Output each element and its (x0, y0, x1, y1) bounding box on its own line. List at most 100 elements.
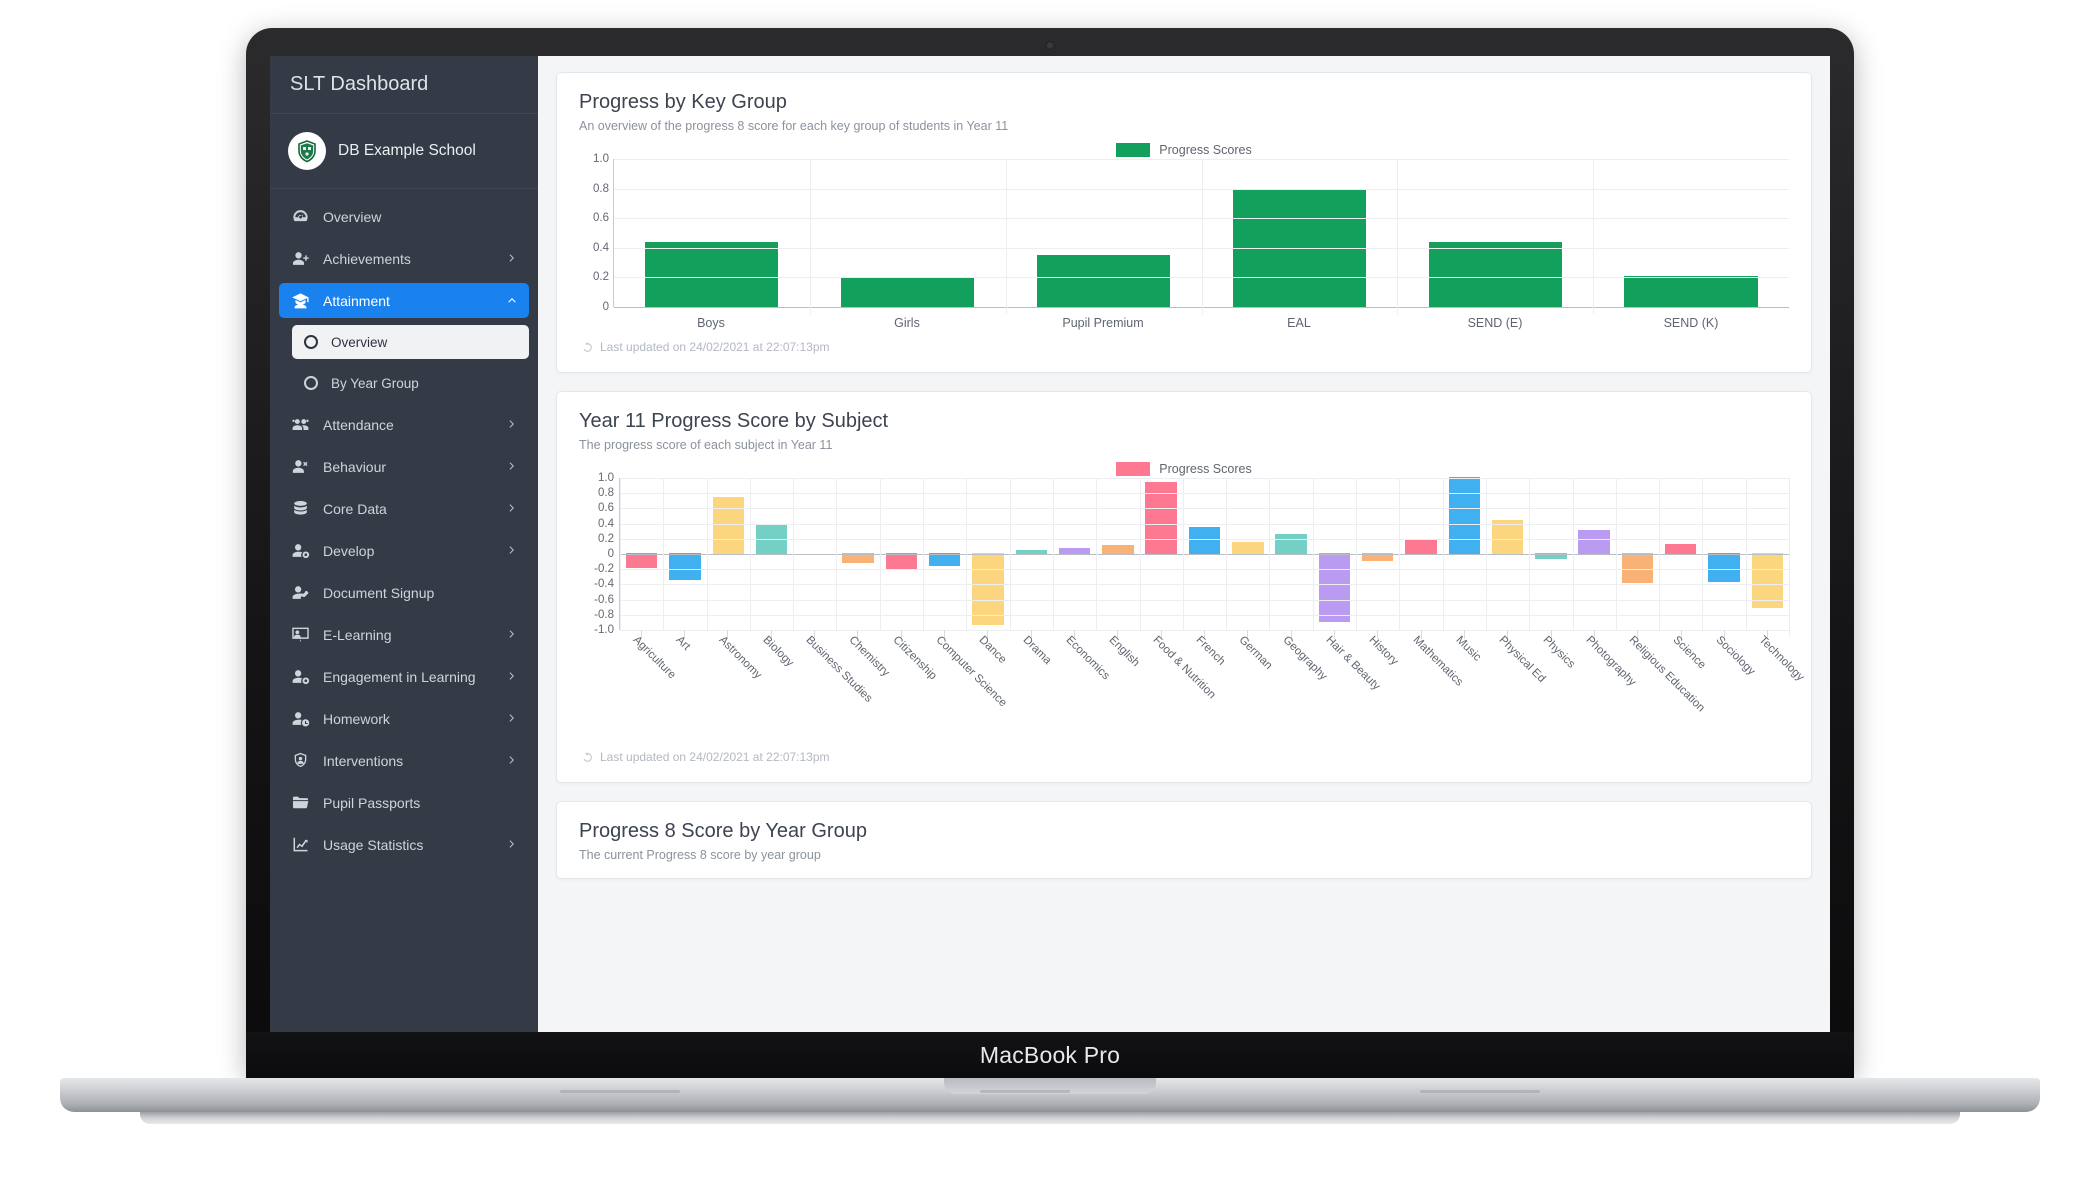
chart2-gridline-vertical (1572, 478, 1574, 630)
sidebar-item-usage-statistics[interactable]: Usage Statistics (279, 827, 529, 862)
sidebar-item-interventions[interactable]: Interventions (279, 743, 529, 778)
chart2-y-tick: 0 (607, 548, 614, 560)
sidebar-item-pupil-passports[interactable]: Pupil Passports (279, 785, 529, 820)
screenshot-stage: SLT Dashboard DB Example School Overview… (0, 0, 2100, 1200)
chart1-bar-cell[interactable] (1006, 159, 1202, 307)
sidebar-item-attainment[interactable]: Attainment (279, 283, 529, 318)
chart2-bar[interactable] (1405, 538, 1437, 556)
chart1-bar-cell[interactable] (1593, 159, 1789, 307)
sidebar-item-label: Achievements (323, 250, 411, 267)
laptop-vent (560, 1090, 680, 1093)
chevron-up-icon (506, 294, 518, 308)
chevron-right-icon (506, 754, 518, 768)
chart2-bar[interactable] (1232, 542, 1264, 555)
chart2-gridline (620, 599, 1789, 601)
radio-icon[interactable] (304, 376, 318, 390)
sidebar-item-develop[interactable]: Develop (279, 533, 529, 568)
chart2-bar[interactable] (1708, 553, 1740, 582)
chart2-y-tick: 0.2 (598, 532, 614, 545)
chevron-right-icon (506, 544, 518, 558)
sidebar-subitem-by-year-group[interactable]: By Year Group (292, 366, 529, 400)
chart1-legend: Progress Scores (579, 139, 1789, 159)
chart1-y-tick: 1.0 (593, 153, 609, 165)
sidebar-item-attendance[interactable]: Attendance (279, 407, 529, 442)
card-footer-last-updated: Last updated on 24/02/2021 at 22:07:13pm (579, 330, 1789, 362)
chart2-bar[interactable] (1188, 527, 1221, 555)
sidebar-item-label: Attendance (323, 416, 394, 433)
card-subtitle: The progress score of each subject in Ye… (579, 438, 833, 452)
chart2-x-label: Dance (976, 634, 1009, 666)
chart2-gridline-vertical (749, 478, 751, 630)
chart2-x-label: Economics (1063, 634, 1112, 683)
chart2-x-label: History (1366, 634, 1401, 668)
chart1-y-tick: 0.8 (593, 182, 609, 195)
chart2-bar[interactable] (1448, 477, 1481, 555)
chart2-x-label: Chemistry (846, 634, 892, 680)
last-updated-text: Last updated on 24/02/2021 at 22:07:13pm (600, 750, 830, 764)
chart1-bar-cell[interactable] (1397, 159, 1593, 307)
chart1-bar-cell[interactable] (1201, 159, 1397, 307)
radio-icon[interactable] (304, 335, 318, 349)
chart1-bar[interactable] (1428, 241, 1562, 307)
user-cog-icon (290, 541, 310, 561)
sidebar-item-overview[interactable]: Overview (279, 199, 529, 234)
chart2-gridline (620, 493, 1789, 495)
chart2-bar[interactable] (625, 553, 658, 568)
sidebar-item-homework[interactable]: Homework (279, 701, 529, 736)
chart1-y-tick: 0.4 (593, 241, 609, 254)
chart2-bar[interactable] (1102, 545, 1134, 555)
chart-progress-by-key-group: 1.0 0.8 0.6 0.4 0.2 0 (579, 153, 1789, 314)
chart2-bar[interactable] (842, 553, 874, 563)
sidebar-item-achievements[interactable]: Achievements (279, 241, 529, 276)
chart2-gridline-vertical (1442, 478, 1444, 630)
chart2-gridline-vertical (1052, 478, 1054, 630)
chart2-bar[interactable] (928, 553, 961, 566)
chart2-gridline (620, 584, 1789, 586)
card-footer-last-updated: Last updated on 24/02/2021 at 22:07:13pm (579, 740, 1789, 772)
chart1-bar-cell[interactable] (614, 159, 810, 307)
chart1-bar[interactable] (1624, 275, 1758, 307)
chart1-x-label: Boys (697, 316, 725, 330)
chart2-gridline-vertical (1485, 478, 1487, 630)
chart2-bar[interactable] (755, 524, 788, 556)
chart2-bar[interactable] (669, 552, 701, 581)
chevron-right-icon (506, 460, 518, 474)
chart1-bar[interactable] (1036, 255, 1171, 307)
chart2-gridline (620, 508, 1789, 510)
chart2-bar[interactable] (972, 553, 1004, 625)
sidebar-title: SLT Dashboard (270, 56, 538, 114)
sidebar-item-core-data[interactable]: Core Data (279, 491, 529, 526)
chart2-y-axis: 1.0 0.8 0.6 0.4 0.2 0 -0.2 -0.4 -0.6 -0.8 -1.0 (579, 472, 619, 636)
chart2-bar[interactable] (1491, 520, 1524, 555)
chart1-bar[interactable] (841, 277, 975, 307)
card-title: Progress 8 Score by Year Group (579, 820, 867, 842)
sidebar-subitem-overview[interactable]: Overview (292, 325, 529, 359)
sidebar-subitem-label: By Year Group (331, 375, 419, 391)
sidebar-item-behaviour[interactable]: Behaviour (279, 449, 529, 484)
chart2-gridline-vertical (1356, 478, 1358, 630)
chart1-x-label: SEND (E) (1467, 316, 1523, 330)
chart2-bar[interactable] (885, 552, 918, 571)
chart2-gridline-vertical (1615, 478, 1617, 630)
chart2-bar[interactable] (1621, 552, 1654, 584)
chart2-x-label: Technology (1756, 634, 1807, 684)
chart2-x-label: Computer Science (933, 634, 1009, 710)
chart2-bar[interactable] (1578, 530, 1610, 555)
chart2-y-tick: 1.0 (598, 472, 614, 484)
chart1-bar[interactable] (645, 241, 779, 307)
chart2-x-label: Geography (1280, 634, 1329, 683)
chart2-bar[interactable] (712, 496, 744, 556)
chart2-bar[interactable] (1318, 553, 1351, 622)
sidebar-item-label: Engagement in Learning (323, 668, 476, 685)
school-name: DB Example School (338, 142, 476, 159)
chart2-x-label: Agriculture (630, 634, 678, 682)
sidebar-item-e-learning[interactable]: E-Learning (279, 617, 529, 652)
chart2-bar[interactable] (1665, 543, 1697, 556)
chart1-bar-cell[interactable] (810, 159, 1006, 307)
sidebar-item-document-signup[interactable]: Document Signup (279, 575, 529, 610)
sidebar-item-engagement-in-learning[interactable]: Engagement in Learning (279, 659, 529, 694)
school-row[interactable]: DB Example School (270, 114, 538, 189)
chart1-x-label: EAL (1287, 316, 1311, 330)
chart2-x-label: Sociology (1713, 634, 1758, 678)
sidebar-item-label: Overview (323, 208, 382, 225)
